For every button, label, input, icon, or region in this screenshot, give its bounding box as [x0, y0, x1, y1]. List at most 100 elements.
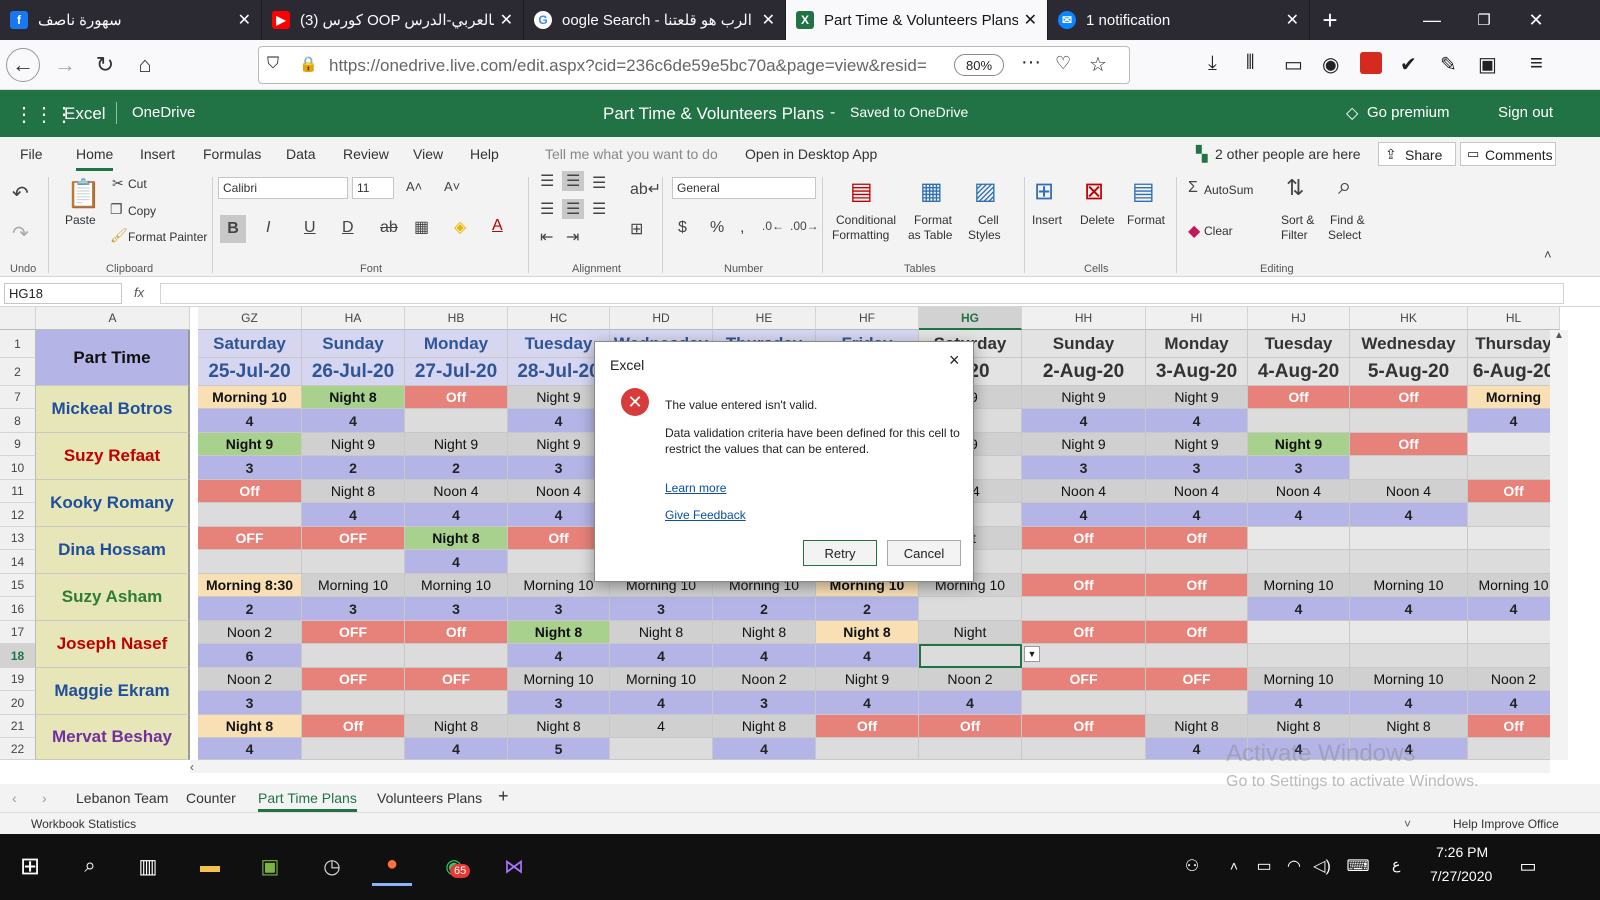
- increase-indent-icon[interactable]: ⇥: [566, 227, 579, 247]
- sheet-tab-lebanon-team[interactable]: Lebanon Team: [76, 790, 168, 806]
- restore-icon[interactable]: ❐: [1458, 0, 1510, 40]
- onedrive-link[interactable]: OneDrive: [132, 104, 195, 121]
- hours-cell[interactable]: 4: [1468, 597, 1560, 621]
- shift-cell[interactable]: Night 9: [1022, 433, 1146, 456]
- hours-cell[interactable]: [1350, 550, 1468, 574]
- shift-cell[interactable]: Night 8: [508, 715, 610, 738]
- column-header-hk[interactable]: HK: [1350, 307, 1468, 330]
- file-explorer-icon[interactable]: ▬: [190, 846, 230, 886]
- date-header[interactable]: 5-Aug-20: [1350, 358, 1468, 386]
- bold-icon[interactable]: B: [220, 215, 246, 243]
- hours-cell[interactable]: 3: [508, 597, 610, 621]
- hours-cell[interactable]: 4: [1350, 691, 1468, 715]
- home-icon[interactable]: ⌂: [128, 48, 162, 82]
- hours-cell[interactable]: 4: [1248, 503, 1350, 527]
- shift-cell[interactable]: 4: [610, 715, 713, 738]
- column-header-hb[interactable]: HB: [405, 307, 508, 330]
- column-header-gz[interactable]: GZ: [198, 307, 302, 330]
- hours-cell[interactable]: 4: [610, 644, 713, 668]
- action-center-icon[interactable]: ▭: [1508, 846, 1548, 886]
- library-icon[interactable]: ⫴: [1246, 52, 1254, 75]
- hours-cell[interactable]: [1146, 644, 1248, 668]
- shift-cell[interactable]: [1350, 621, 1468, 644]
- task-view-icon[interactable]: ▥: [128, 846, 168, 886]
- hours-cell[interactable]: 4: [1350, 503, 1468, 527]
- decrease-decimal-icon[interactable]: .00→: [790, 219, 819, 233]
- hours-cell[interactable]: 2: [198, 597, 302, 621]
- account-icon[interactable]: ◉: [1322, 52, 1339, 77]
- cell-styles-button[interactable]: Cell: [978, 213, 999, 227]
- browser-tab[interactable]: f سهورة ناصف ✕: [0, 0, 262, 40]
- shift-cell[interactable]: Night 8: [610, 621, 713, 644]
- hours-cell[interactable]: [610, 738, 713, 760]
- hours-cell[interactable]: 3: [198, 691, 302, 715]
- row-header[interactable]: 13: [0, 527, 36, 550]
- hours-cell[interactable]: 4: [713, 644, 816, 668]
- forward-icon[interactable]: →: [48, 48, 82, 82]
- date-header[interactable]: 27-Jul-20: [405, 358, 508, 386]
- more-icon[interactable]: ···: [1021, 51, 1041, 74]
- shift-cell[interactable]: Night 9: [198, 433, 302, 456]
- shift-cell[interactable]: Night 8: [816, 621, 919, 644]
- close-tab-icon[interactable]: ✕: [1286, 10, 1299, 30]
- vertical-scrollbar[interactable]: ▲: [1550, 330, 1568, 760]
- day-header[interactable]: Wednesday: [1350, 330, 1468, 358]
- close-tab-icon[interactable]: ✕: [500, 10, 513, 30]
- find-select-button[interactable]: Find &: [1330, 213, 1365, 227]
- shift-cell[interactable]: OFF: [302, 527, 405, 550]
- person-name[interactable]: Mickeal Botros: [36, 386, 190, 433]
- row-header[interactable]: 11: [0, 480, 36, 503]
- column-header-hd[interactable]: HD: [610, 307, 713, 330]
- extension-check-icon[interactable]: ✔: [1400, 52, 1417, 77]
- paste-icon[interactable]: 📋: [66, 177, 101, 210]
- hours-cell[interactable]: 3: [198, 456, 302, 480]
- align-middle-icon[interactable]: ☰: [562, 171, 585, 191]
- format-painter-button[interactable]: Format Painter: [128, 230, 207, 244]
- shift-cell[interactable]: [1468, 433, 1560, 456]
- hours-cell[interactable]: [919, 597, 1022, 621]
- date-header[interactable]: 25-Jul-20: [198, 358, 302, 386]
- dialog-close-icon[interactable]: ×: [949, 350, 960, 371]
- hours-cell[interactable]: 4: [405, 738, 508, 760]
- number-format-dropdown[interactable]: General: [672, 177, 816, 199]
- profile-icon[interactable]: ▣: [1478, 52, 1497, 77]
- shift-cell[interactable]: Noon 4: [405, 480, 508, 503]
- shift-cell[interactable]: Morning 10: [1468, 574, 1560, 597]
- shift-cell[interactable]: Off: [1350, 386, 1468, 409]
- shift-cell[interactable]: Off: [1248, 386, 1350, 409]
- column-header-ha[interactable]: HA: [302, 307, 405, 330]
- column-header-hh[interactable]: HH: [1022, 307, 1146, 330]
- column-header-hg[interactable]: HG: [919, 307, 1022, 330]
- tab-help[interactable]: Help: [470, 146, 499, 162]
- hours-cell[interactable]: [1022, 644, 1146, 668]
- search-icon[interactable]: ⌕: [70, 846, 110, 886]
- hours-cell[interactable]: 2: [405, 456, 508, 480]
- learn-more-link[interactable]: Learn more: [665, 481, 726, 495]
- shift-cell[interactable]: Off: [1022, 527, 1146, 550]
- hours-cell[interactable]: [1468, 738, 1560, 760]
- person-name[interactable]: Suzy Refaat: [36, 433, 190, 480]
- row-header[interactable]: 20: [0, 691, 36, 715]
- wrap-text-icon[interactable]: ab↵: [630, 179, 661, 199]
- row-header[interactable]: 22: [0, 738, 36, 760]
- menu-icon[interactable]: ≡: [1530, 50, 1543, 76]
- status-chevron-icon[interactable]: ˅: [1404, 817, 1411, 831]
- hours-cell[interactable]: 4: [1146, 409, 1248, 433]
- browser-tab[interactable]: ✉ 1 notification ✕: [1048, 0, 1310, 40]
- borders-icon[interactable]: ▦: [414, 217, 429, 237]
- hours-cell[interactable]: 3: [508, 691, 610, 715]
- browser-tab-active[interactable]: X Part Time & Volunteers Plans ✕: [786, 0, 1048, 40]
- shift-cell[interactable]: [1468, 527, 1560, 550]
- date-header[interactable]: 4-Aug-20: [1248, 358, 1350, 386]
- hours-cell[interactable]: 3: [1022, 456, 1146, 480]
- clock-app-icon[interactable]: ◷: [312, 846, 352, 886]
- redo-icon[interactable]: ↷: [12, 221, 29, 246]
- shift-cell[interactable]: Off: [1350, 433, 1468, 456]
- collapse-ribbon-icon[interactable]: ˄: [1544, 247, 1552, 262]
- shift-cell[interactable]: Morning: [1468, 386, 1560, 409]
- person-name[interactable]: Mervat Beshay: [36, 715, 190, 760]
- person-name[interactable]: Joseph Nasef: [36, 621, 190, 668]
- grow-font-icon[interactable]: A˄: [406, 179, 422, 194]
- hours-cell[interactable]: 4: [816, 691, 919, 715]
- open-desktop-button[interactable]: Open in Desktop App: [745, 146, 877, 162]
